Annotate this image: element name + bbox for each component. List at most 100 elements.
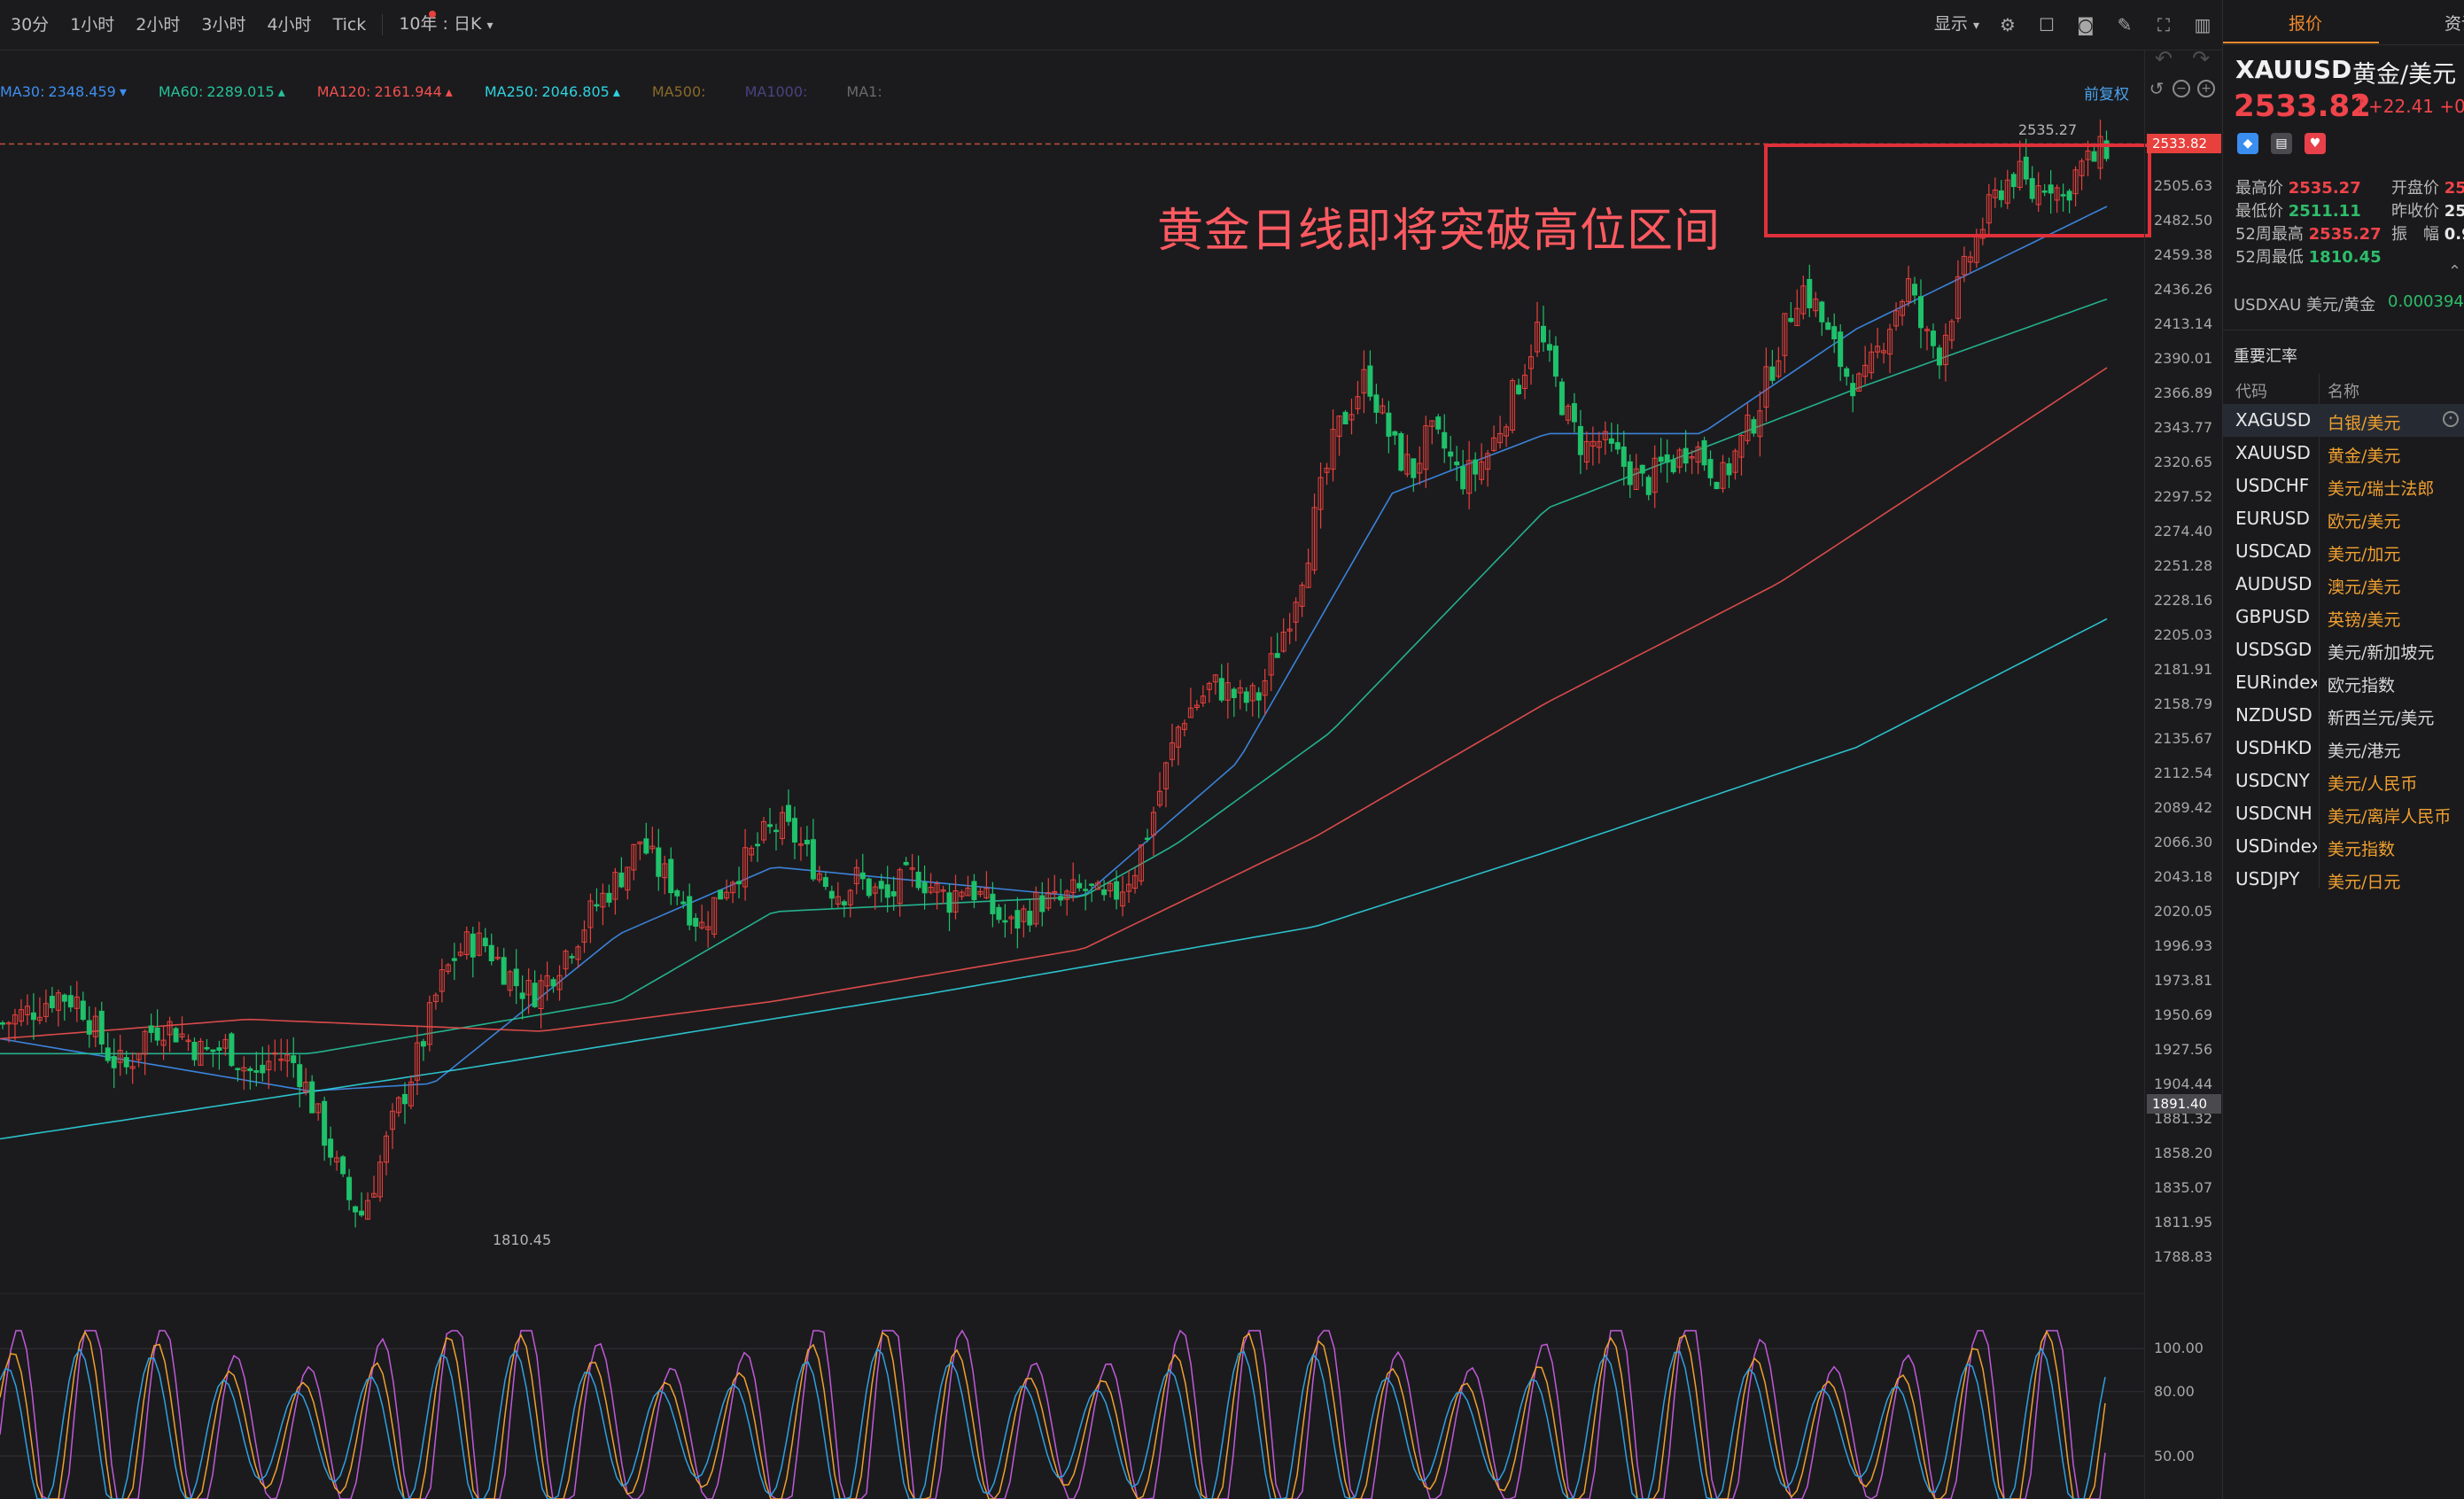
fx-row[interactable]: USDSGD 美元/新加坡元 [2223,633,2464,666]
candle-body [841,901,847,905]
candle-body [247,1068,253,1072]
collapse-icon[interactable]: ⌃ [2448,262,2461,281]
fx-row[interactable]: EURUSD 欧元/美元 [2223,502,2464,535]
symbol-name: 黄金/美元 [2352,61,2457,89]
fx-code: NZDUSD [2235,704,2312,726]
candle-body [866,878,872,897]
price-axis[interactable]: 2505.63 2482.50 2459.38 2436.26 2413.14 2390.… [2144,50,2223,1499]
candle-body [1683,447,1689,464]
stat-item: 最高价 2535.27 [2235,175,2361,198]
row-action-icon[interactable]: • [2443,411,2459,427]
fx-row[interactable]: EURindex 欧元指数 [2223,666,2464,699]
candle-body [123,1057,129,1068]
candle-body [111,1056,117,1068]
candle-body [154,1027,160,1041]
stat-item: 52周最低 1810.45 [2235,245,2382,268]
fx-row[interactable]: USDHKD 美元/港元 [2223,732,2464,765]
candle-body [1838,331,1844,368]
candle-body [1614,442,1621,450]
price-axis-tick: 2274.40 [2154,523,2213,540]
fx-row[interactable]: GBPUSD 英镑/美元 [2223,601,2464,633]
candle-body [353,1206,359,1213]
stat-value: 2535.27 [2288,179,2361,198]
candle-body [791,818,797,843]
candle-body [1540,325,1546,343]
candle-body [971,881,977,901]
price-axis-tick: 2366.89 [2154,384,2213,401]
candle-body [61,994,67,1002]
favorite-heart-icon[interactable]: ♥ [2305,133,2326,154]
price-axis-tick: 1904.44 [2154,1076,2213,1092]
candle-body [67,995,74,1008]
fx-code: USDSGD [2235,639,2312,660]
candle-body [674,889,680,897]
chart-area[interactable]: 30分 1小时 2小时 3小时 4小时 Tick 10年 : 日K ▾ 显示 ▾… [0,0,2222,1499]
fx-name: 黄金/美元 [2328,447,2401,466]
candle-body [1058,896,1064,901]
tab-quote[interactable]: 报价 [2289,11,2322,35]
candle-body [1367,365,1373,397]
ma-line-ma60 [0,298,2108,1055]
panel-toggle-icon[interactable]: ▥ [2192,14,2213,35]
fullscreen-icon[interactable]: ⛶ [2153,14,2174,35]
candle-body [687,896,693,926]
candle-body [49,996,55,1008]
fx-row[interactable]: USDJPY 美元/日元 [2223,863,2464,896]
candle-body [1639,464,1645,474]
fx-row[interactable]: USDindex 美元指数 [2223,830,2464,863]
candle-body [401,1093,408,1105]
candle-body [80,1000,86,1021]
fx-row[interactable]: USDCHF 美元/瑞士法郎 [2223,470,2464,502]
fx-header-code: 代码 [2235,383,2267,401]
candle-body [532,983,538,1007]
ma-line-ma120 [0,367,2108,1040]
candle-body [822,877,828,888]
inverse-pair-label[interactable]: USDXAU 美元/黄金 [2234,292,2375,315]
fx-row[interactable]: NZDUSD 新西兰元/美元 [2223,699,2464,732]
oscillator-axis-tick: 80.00 [2154,1382,2195,1400]
candle-body [1658,456,1664,462]
fx-code: GBPUSD [2235,606,2311,627]
candle-body [253,1070,260,1073]
stat-item: 52周最高 2535.27 [2235,221,2382,245]
quote-panel: 报价 资讯 XAUUSD 黄金/美元 2533.82 ↑ +22.41 +0.8… [2222,0,2464,1499]
fx-row[interactable]: XAUUSD 黄金/美元 [2223,437,2464,470]
stat-label: 开盘价 [2391,179,2439,198]
candle-body [1751,419,1757,434]
candle-body [1435,416,1442,430]
fx-header-name: 名称 [2328,383,2359,401]
fx-code: USDCAD [2235,540,2312,562]
candle-body [1243,691,1249,703]
fx-row[interactable]: USDCNH 美元/离岸人民币 [2223,797,2464,830]
candle-body [1411,458,1417,478]
candle-body [1002,920,1008,923]
stat-label: 昨收价 [2391,202,2439,221]
candle-body [810,839,816,880]
price-axis-tick: 2482.50 [2154,212,2213,229]
candle-body [1844,368,1850,377]
candle-body [359,1210,365,1216]
fx-code: AUDUSD [2235,573,2312,594]
candle-body [204,1046,210,1050]
fx-row[interactable]: USDCNY 美元/人民币 [2223,765,2464,797]
candle-body [1819,301,1825,322]
fx-row[interactable]: USDCAD 美元/加元 [2223,535,2464,568]
note-icon[interactable]: ▤ [2271,133,2292,154]
fx-row[interactable]: XAGUSD 白银/美元 • [2223,404,2464,437]
fx-code: USDCNY [2235,770,2310,791]
candle-body [1707,459,1714,478]
fx-name: 美元/新加坡元 [2328,643,2435,663]
ma-line-ma250 [0,617,2108,1140]
fx-row[interactable]: AUDUSD 澳元/美元 [2223,568,2464,601]
candle-body [1701,439,1707,466]
candle-body [1917,296,1924,329]
candle-body [878,881,884,889]
tag-icon[interactable]: ◆ [2237,133,2258,154]
fx-code: XAUUSD [2235,442,2311,463]
price-axis-tick: 2228.16 [2154,592,2213,609]
stat-value: 0.96 [2444,225,2464,244]
tab-active-indicator [2223,42,2379,43]
candle-body [736,881,742,885]
tab-info[interactable]: 资讯 [2445,11,2464,35]
candle-body [1473,459,1479,475]
